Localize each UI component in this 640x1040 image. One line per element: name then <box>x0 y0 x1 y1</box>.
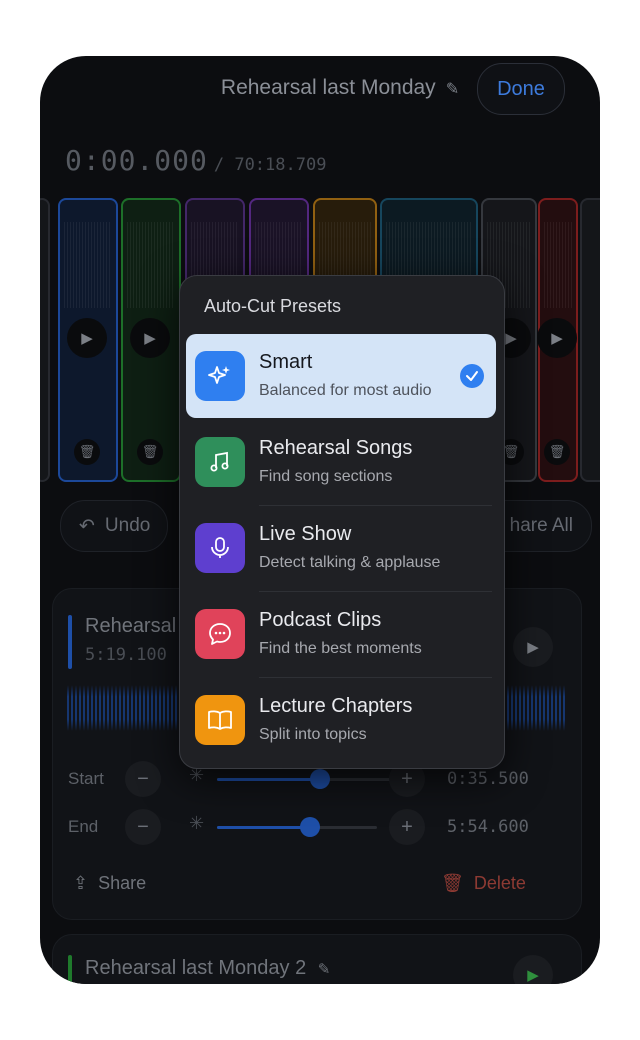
clip-color-bar <box>68 615 72 669</box>
preset-name: Live Show <box>259 523 352 545</box>
preset-smart[interactable]: Smart Balanced for most audio <box>186 334 496 418</box>
end-label: End <box>68 817 99 836</box>
play-icon[interactable]: ▶ <box>537 318 577 358</box>
end-slider-thumb[interactable] <box>300 817 320 837</box>
clip-card-2: Rehearsal last Monday 2 ✎ ▶ <box>52 934 582 984</box>
delete-button[interactable]: 🗑 Delete <box>441 873 526 894</box>
done-button[interactable]: Done <box>477 63 565 115</box>
clip-partial-right[interactable] <box>580 198 600 482</box>
preset-description: Find song sections <box>259 468 393 485</box>
pencil-icon[interactable]: ✎ <box>318 961 331 978</box>
recording-title[interactable]: Rehearsal last Monday ✎ <box>200 76 480 100</box>
recording-title-text: Rehearsal last Monday <box>220 76 436 99</box>
preset-description: Split into topics <box>259 726 367 743</box>
clip-title-2-text: Rehearsal last Monday 2 <box>85 957 307 979</box>
end-slider-track[interactable] <box>217 817 377 837</box>
preset-name: Rehearsal Songs <box>259 437 413 459</box>
start-slider-thumb[interactable] <box>310 769 330 789</box>
preset-description: Find the best moments <box>259 640 422 657</box>
pencil-icon[interactable]: ✎ <box>446 79 459 99</box>
undo-icon: ↶ <box>79 515 95 537</box>
preset-name: Podcast Clips <box>259 609 382 631</box>
clip-waveform <box>127 222 175 308</box>
checkmark-icon <box>460 364 484 388</box>
share-all-label: hare All <box>509 515 573 536</box>
start-label: Start <box>68 769 104 788</box>
clip-color-bar <box>68 955 72 984</box>
preset-description: Balanced for most audio <box>259 382 432 399</box>
preset-rehearsal-songs[interactable]: Rehearsal Songs Find song sections <box>186 420 496 504</box>
playback-time: 0:00.000/ 70:18.709 <box>65 144 326 177</box>
share-button[interactable]: ⇪ Share <box>73 873 146 894</box>
clip-partial-left[interactable] <box>40 198 50 482</box>
book-icon <box>195 695 245 745</box>
delete-label: Delete <box>473 873 526 893</box>
popup-title: Auto-Cut Presets <box>204 296 342 316</box>
start-value: 0:35.500 <box>447 769 529 789</box>
microphone-icon <box>195 523 245 573</box>
clip-title-2[interactable]: Rehearsal last Monday 2 ✎ <box>85 957 330 980</box>
trash-icon[interactable]: 🗑 <box>74 439 100 465</box>
sparkles-icon <box>195 351 245 401</box>
end-nudge-icon[interactable]: ✳ <box>189 813 204 834</box>
auto-cut-presets-popup: Auto-Cut Presets Smart Balanced for most… <box>179 275 505 769</box>
card-play-icon[interactable]: ▶ <box>513 627 553 667</box>
preset-live-show[interactable]: Live Show Detect talking & applause <box>186 506 496 590</box>
play-icon[interactable]: ▶ <box>130 318 170 358</box>
end-minus-button[interactable]: − <box>125 809 161 845</box>
preset-podcast-clips[interactable]: Podcast Clips Find the best moments <box>186 592 496 676</box>
total-time: / 70:18.709 <box>213 155 327 175</box>
play-icon[interactable]: ▶ <box>67 318 107 358</box>
start-slider-fill <box>217 778 317 781</box>
card-2-play-icon[interactable]: ▶ <box>513 955 553 984</box>
preset-description: Detect talking & applause <box>259 554 441 571</box>
preset-name: Lecture Chapters <box>259 695 413 717</box>
trash-icon[interactable]: 🗑 <box>544 439 570 465</box>
trash-icon: 🗑 <box>441 873 464 893</box>
current-time: 0:00.000 <box>65 144 208 177</box>
preset-lecture-chapters[interactable]: Lecture Chapters Split into topics <box>186 678 496 762</box>
clip-title[interactable]: Rehearsal l <box>85 615 186 638</box>
music-note-icon <box>195 437 245 487</box>
phone-screen: Rehearsal last Monday ✎ Done 0:00.000/ 70… <box>40 56 600 984</box>
undo-button[interactable]: ↶ Undo <box>60 500 168 552</box>
end-plus-button[interactable]: + <box>389 809 425 845</box>
clip-waveform <box>544 222 572 308</box>
speech-bubble-icon <box>195 609 245 659</box>
end-value: 5:54.600 <box>447 817 529 837</box>
end-slider-fill <box>217 826 310 829</box>
preset-name: Smart <box>259 351 313 373</box>
clip-waveform <box>64 222 112 308</box>
share-icon: ⇪ <box>73 873 89 893</box>
share-label: Share <box>98 873 147 893</box>
trash-icon[interactable]: 🗑 <box>137 439 163 465</box>
undo-label: Undo <box>104 515 151 536</box>
start-slider-track[interactable] <box>217 769 417 789</box>
start-minus-button[interactable]: − <box>125 761 161 797</box>
clip-duration: 5:19.100 <box>85 645 167 665</box>
